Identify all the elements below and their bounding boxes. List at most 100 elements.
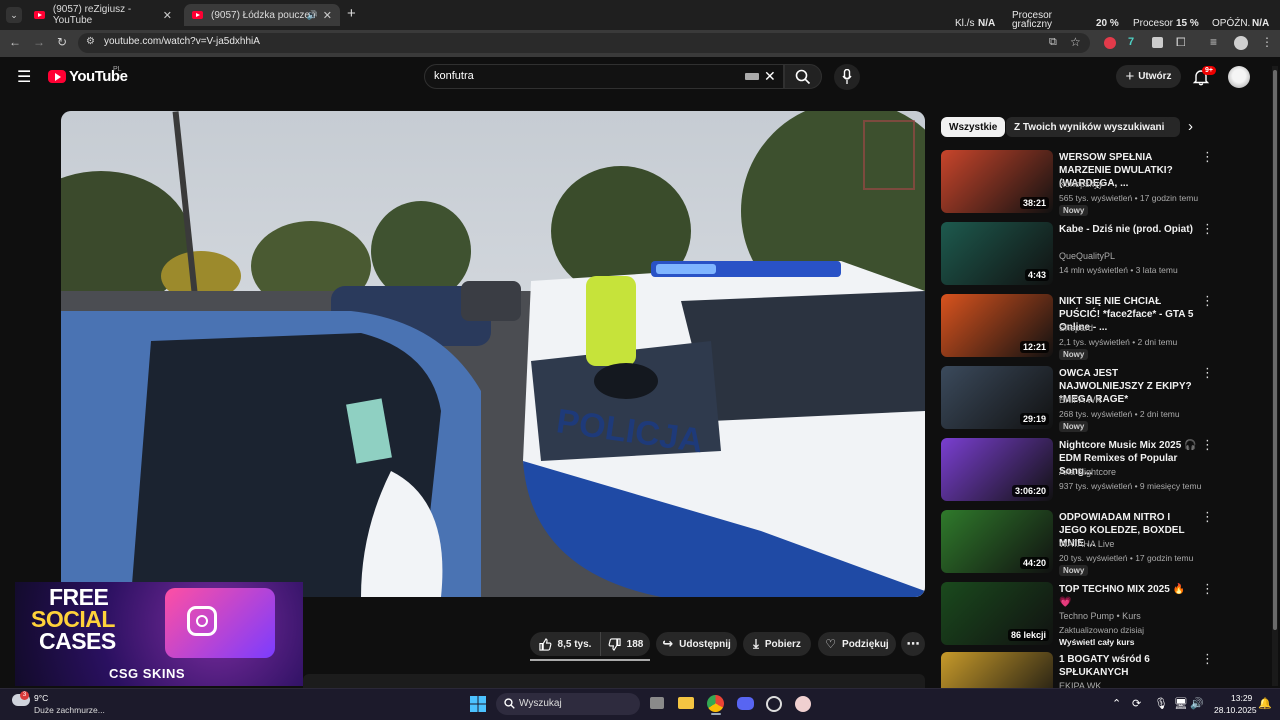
chevron-right-icon[interactable]: › [1188, 118, 1193, 135]
more-vertical-icon[interactable]: ⋮ [1201, 438, 1214, 451]
extensions-puzzle-icon[interactable]: ⧠ [1176, 35, 1186, 50]
discord-icon[interactable] [737, 697, 754, 710]
recommended-video[interactable]: 86 lekcji TOP TECHNO MIX 2025 🔥 💗 Techno P… [941, 582, 1214, 647]
extension-icon[interactable] [1152, 37, 1163, 48]
chrome-icon[interactable] [707, 695, 724, 712]
back-arrow-icon[interactable]: ← [9, 35, 21, 49]
channel-name[interactable]: EKIPA WK [1059, 395, 1101, 405]
thanks-button[interactable]: ♡ Podziękuj [818, 632, 896, 656]
recommended-video[interactable]: 29:19 OWCA JEST NAJWOLNIEJSZY Z EKIPY? *M… [941, 366, 1214, 432]
weather-temp[interactable]: 9°C [34, 693, 48, 703]
channel-name[interactable]: Konopskyy [1059, 179, 1103, 189]
video-title[interactable]: 1 BOGATY wśród 6 SPŁUKANYCH [1059, 653, 1199, 679]
video-title[interactable]: Kabe - Dziś nie (prod. Opiat) [1059, 223, 1199, 236]
video-duration: 86 lekcji [1007, 629, 1049, 641]
video-title[interactable]: TOP TECHNO MIX 2025 🔥 💗 [1059, 583, 1199, 609]
steam-icon[interactable] [766, 696, 782, 712]
search-input[interactable] [424, 64, 784, 89]
new-tab-button[interactable]: + [347, 5, 356, 22]
site-info-icon[interactable]: ⚙ [86, 36, 95, 47]
video-thumbnail[interactable]: 12:21 [941, 294, 1053, 357]
more-vertical-icon[interactable]: ⋮ [1201, 222, 1214, 235]
recommended-video[interactable]: 12:21 NIKT SIĘ NIE CHCIAŁ PUŚCIĆ! *face2f… [941, 294, 1214, 360]
chip-from-search[interactable]: Z Twoich wyników wyszukiwania [1006, 117, 1178, 137]
hamburger-menu-icon[interactable]: ☰ [17, 67, 31, 87]
profile-avatar[interactable] [1234, 36, 1248, 50]
extension-icon[interactable]: 7 [1128, 36, 1134, 48]
forward-arrow-icon[interactable]: → [33, 35, 45, 49]
page-scrollbar-thumb[interactable] [1273, 70, 1277, 630]
video-thumbnail[interactable]: 4:43 [941, 222, 1053, 285]
tab-list-chevron-icon[interactable]: ⌄ [6, 7, 22, 23]
windows-start-icon[interactable] [470, 696, 486, 712]
browser-tab-2-active[interactable]: (9057) Łódzka pouczeniówk 🔊 ✕ [184, 4, 340, 26]
download-button[interactable]: ⤓ Pobierz [743, 632, 811, 656]
install-app-icon[interactable]: ⧉ [1049, 36, 1057, 49]
video-player[interactable]: POLICJA [61, 111, 925, 597]
chip-partial[interactable] [1164, 117, 1180, 137]
channel-name[interactable]: WATAHA Live [1059, 539, 1114, 549]
channel-name[interactable]: Shepard [1059, 323, 1093, 333]
view-full-course-link[interactable]: Wyświetl cały kurs [1059, 637, 1134, 647]
clock-time[interactable]: 13:29 [1231, 693, 1252, 703]
channel-name[interactable]: QueQualityPL [1059, 251, 1115, 261]
volume-icon[interactable]: 🔊 [1190, 697, 1204, 710]
video-meta: 565 tys. wyświetleń • 17 godzin temu [1059, 193, 1199, 203]
close-tab-icon[interactable]: ✕ [323, 9, 332, 22]
clear-search-icon[interactable]: ✕ [764, 68, 776, 85]
file-explorer-icon[interactable] [678, 697, 694, 709]
microphone-tray-icon[interactable]: 🎙 [1154, 697, 1168, 710]
video-meta: 14 mln wyświetleń • 3 lata temu [1059, 265, 1178, 275]
create-button[interactable]: + Utwórz [1116, 65, 1181, 88]
like-button[interactable]: 8,5 tys. [530, 632, 600, 656]
recommended-video[interactable]: 44:20 ODPOWIADAM NITRO I JEGO KOLEDZE, BO… [941, 510, 1214, 576]
sync-icon[interactable]: ⟳ [1132, 697, 1141, 710]
reading-list-icon[interactable]: ≡ [1210, 35, 1217, 49]
dislike-button[interactable]: 188 [600, 632, 650, 656]
tab-title: (9057) reZigiusz - YouTube [52, 4, 132, 26]
more-vertical-icon[interactable]: ⋮ [1201, 510, 1214, 523]
video-thumbnail[interactable]: 44:20 [941, 510, 1053, 573]
clock-date[interactable]: 28.10.2025 [1214, 705, 1257, 715]
more-actions-button[interactable]: ⋯ [901, 632, 925, 656]
recommended-video[interactable]: 3:06:20 Nightcore Music Mix 2025 🎧 EDM Re… [941, 438, 1214, 502]
video-meta: 2,1 tys. wyświetleń • 2 dni temu [1059, 337, 1178, 347]
chip-all[interactable]: Wszystkie [941, 117, 1006, 137]
channel-avatar[interactable] [1228, 66, 1250, 88]
channel-name[interactable]: Techno Pump • Kurs [1059, 611, 1141, 621]
csgo-skins-ad-banner[interactable]: FREE SOCIAL CASES CSG SKINS [15, 582, 303, 686]
instagram-chest-image [165, 588, 275, 658]
weather-alert-badge: 3 [20, 691, 29, 700]
description-box[interactable] [303, 674, 925, 688]
video-thumbnail[interactable]: 38:21 [941, 150, 1053, 213]
more-vertical-icon[interactable]: ⋮ [1201, 582, 1214, 595]
browser-tab-1[interactable]: (9057) reZigiusz - YouTube ✕ [26, 4, 180, 26]
url-text[interactable]: youtube.com/watch?v=V-ja5dxhhiA [104, 36, 260, 47]
notification-center-icon[interactable]: 🔔 [1258, 697, 1272, 710]
weather-desc[interactable]: Duże zachmurze... [34, 705, 105, 715]
search-query[interactable]: konfutra [434, 70, 474, 82]
more-vertical-icon[interactable]: ⋮ [1201, 366, 1214, 379]
network-icon[interactable]: 🖥 [1174, 697, 1188, 710]
keyboard-icon[interactable] [745, 73, 759, 80]
speaker-icon[interactable]: 🔊 [307, 10, 318, 21]
recommended-video[interactable]: 4:43 Kabe - Dziś nie (prod. Opiat) QueQual… [941, 222, 1214, 286]
taskbar-search-box[interactable] [496, 693, 640, 715]
more-vertical-icon[interactable]: ⋮ [1201, 150, 1214, 163]
more-vertical-icon[interactable]: ⋮ [1201, 652, 1214, 665]
app-icon[interactable] [795, 696, 811, 712]
task-view-icon[interactable] [650, 697, 664, 709]
extension-icon[interactable] [1104, 37, 1116, 49]
video-thumbnail[interactable]: 29:19 [941, 366, 1053, 429]
video-thumbnail[interactable]: 3:06:20 [941, 438, 1053, 501]
close-tab-icon[interactable]: ✕ [163, 9, 172, 22]
recommended-video[interactable]: 38:21 WERSOW SPEŁNIA MARZENIE DWULATKI? (… [941, 150, 1214, 216]
video-thumbnail[interactable]: 86 lekcji [941, 582, 1053, 645]
bookmark-star-icon[interactable]: ☆ [1070, 35, 1081, 49]
reload-icon[interactable]: ↻ [57, 35, 67, 49]
tray-chevron-up-icon[interactable]: ⌃ [1112, 697, 1121, 710]
menu-kebab-icon[interactable]: ⋮ [1261, 35, 1273, 49]
channel-name[interactable]: Aria Nightcore [1059, 467, 1116, 477]
share-button[interactable]: ↪ Udostępnij [656, 632, 737, 656]
more-vertical-icon[interactable]: ⋮ [1201, 294, 1214, 307]
